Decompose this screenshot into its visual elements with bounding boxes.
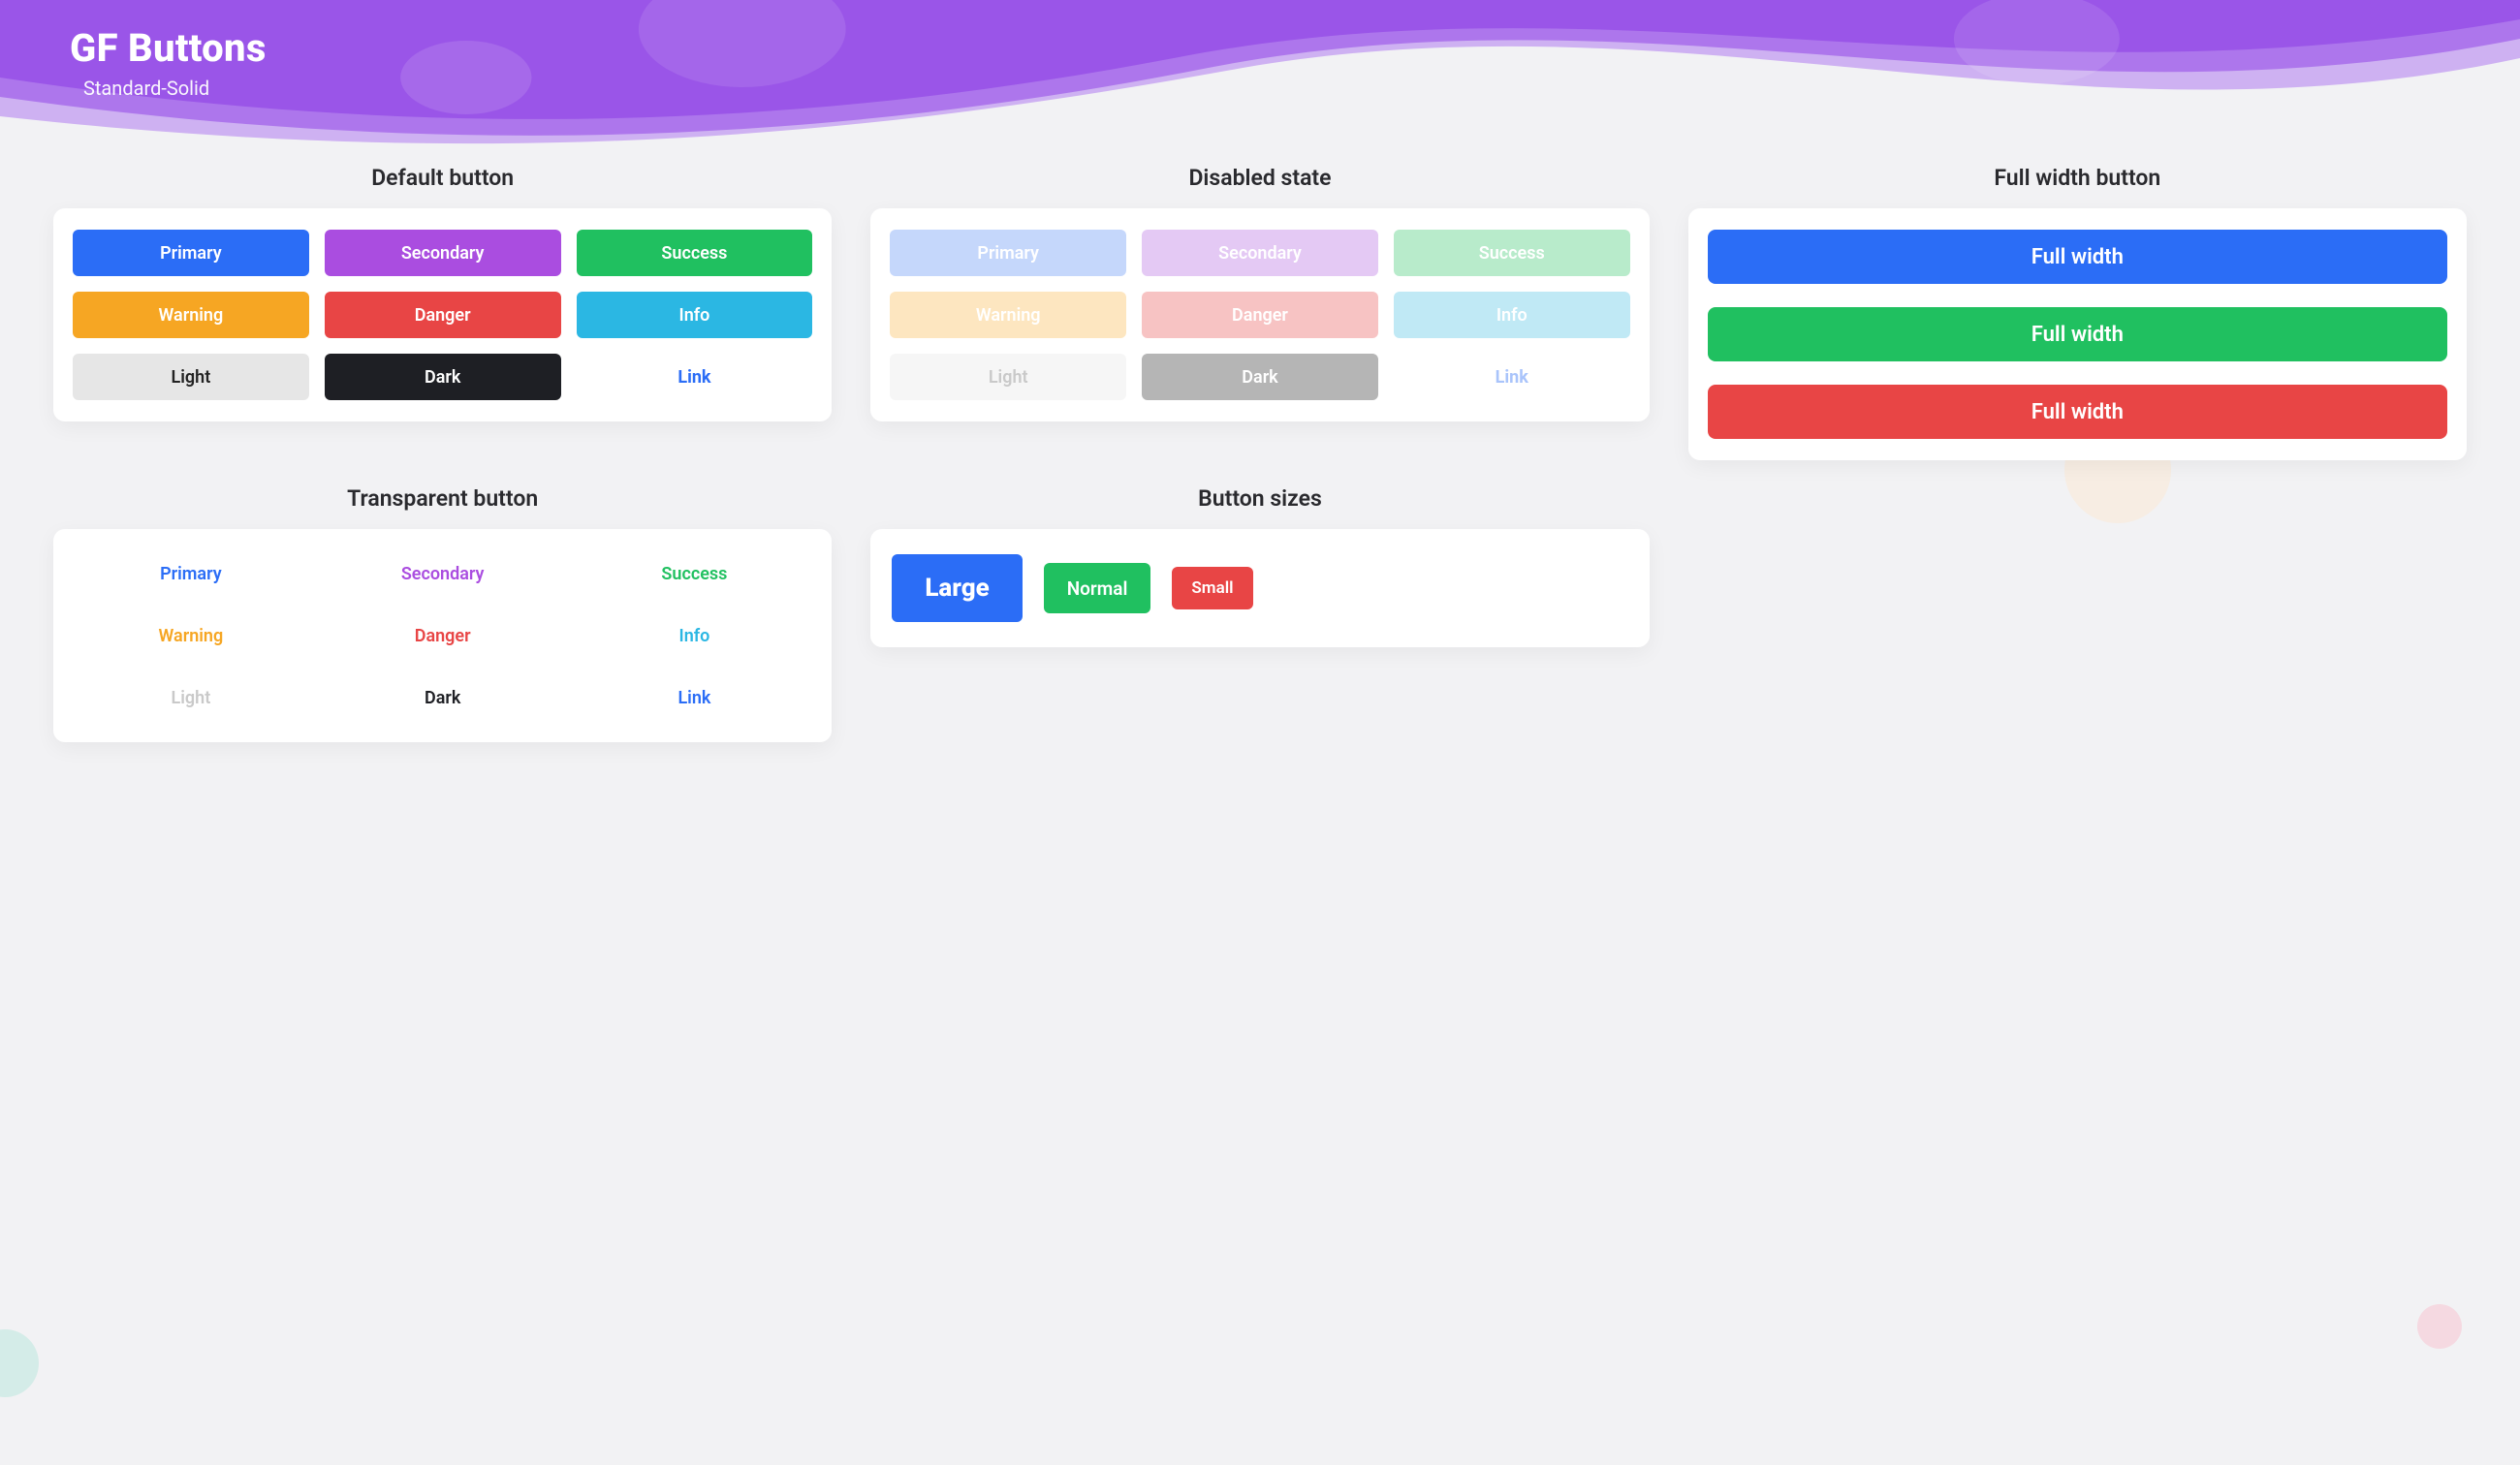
section-title-sizes: Button sizes [1198, 485, 1322, 512]
btn-secondary-disabled: Secondary [1142, 230, 1378, 276]
section-title-transparent: Transparent button [347, 485, 538, 512]
btn-dark-disabled: Dark [1142, 354, 1378, 400]
decoration-blob-teal [0, 1329, 39, 1397]
section-title-fullwidth: Full width button [1994, 165, 2160, 191]
card-fullwidth: Full width Full width Full width [1688, 208, 2467, 460]
section-disabled: Disabled state Primary Secondary Success… [870, 165, 1649, 460]
btn-t-primary[interactable]: Primary [73, 550, 309, 597]
btn-danger[interactable]: Danger [325, 292, 561, 338]
btn-danger-disabled: Danger [1142, 292, 1378, 338]
btn-info-disabled: Info [1394, 292, 1630, 338]
btn-fullwidth-primary[interactable]: Full width [1708, 230, 2447, 284]
btn-t-link[interactable]: Link [577, 674, 813, 721]
btn-t-info[interactable]: Info [577, 612, 813, 659]
btn-light[interactable]: Light [73, 354, 309, 400]
section-title-disabled: Disabled state [1188, 165, 1331, 191]
btn-link[interactable]: Link [577, 354, 813, 400]
page-title: GF Buttons [70, 25, 2520, 71]
btn-success-disabled: Success [1394, 230, 1630, 276]
card-transparent: Primary Secondary Success Warning Danger… [53, 529, 832, 742]
section-title-default: Default button [371, 165, 514, 191]
decoration-blob-pink [2417, 1304, 2462, 1349]
btn-fullwidth-danger[interactable]: Full width [1708, 385, 2447, 439]
hero-header: GF Buttons Standard-Solid [0, 0, 2520, 155]
content-grid: Default button Primary Secondary Success… [0, 155, 2520, 781]
btn-t-danger[interactable]: Danger [325, 612, 561, 659]
btn-link-disabled: Link [1394, 354, 1630, 400]
section-default: Default button Primary Secondary Success… [53, 165, 832, 460]
btn-t-warning[interactable]: Warning [73, 612, 309, 659]
btn-fullwidth-success[interactable]: Full width [1708, 307, 2447, 361]
card-disabled: Primary Secondary Success Warning Danger… [870, 208, 1649, 421]
btn-t-light[interactable]: Light [73, 674, 309, 721]
btn-warning-disabled: Warning [890, 292, 1126, 338]
btn-size-normal[interactable]: Normal [1044, 563, 1151, 613]
btn-t-dark[interactable]: Dark [325, 674, 561, 721]
card-default: Primary Secondary Success Warning Danger… [53, 208, 832, 421]
btn-size-small[interactable]: Small [1172, 567, 1252, 609]
section-sizes: Button sizes Large Normal Small [870, 485, 1649, 742]
page-subtitle: Standard-Solid [83, 77, 2520, 100]
btn-success[interactable]: Success [577, 230, 813, 276]
btn-t-success[interactable]: Success [577, 550, 813, 597]
btn-warning[interactable]: Warning [73, 292, 309, 338]
btn-dark[interactable]: Dark [325, 354, 561, 400]
btn-primary-disabled: Primary [890, 230, 1126, 276]
btn-size-large[interactable]: Large [892, 554, 1022, 622]
btn-t-secondary[interactable]: Secondary [325, 550, 561, 597]
btn-info[interactable]: Info [577, 292, 813, 338]
card-sizes: Large Normal Small [870, 529, 1649, 647]
btn-light-disabled: Light [890, 354, 1126, 400]
section-transparent: Transparent button Primary Secondary Suc… [53, 485, 832, 742]
btn-primary[interactable]: Primary [73, 230, 309, 276]
btn-secondary[interactable]: Secondary [325, 230, 561, 276]
section-fullwidth: Full width button Full width Full width … [1688, 165, 2467, 460]
